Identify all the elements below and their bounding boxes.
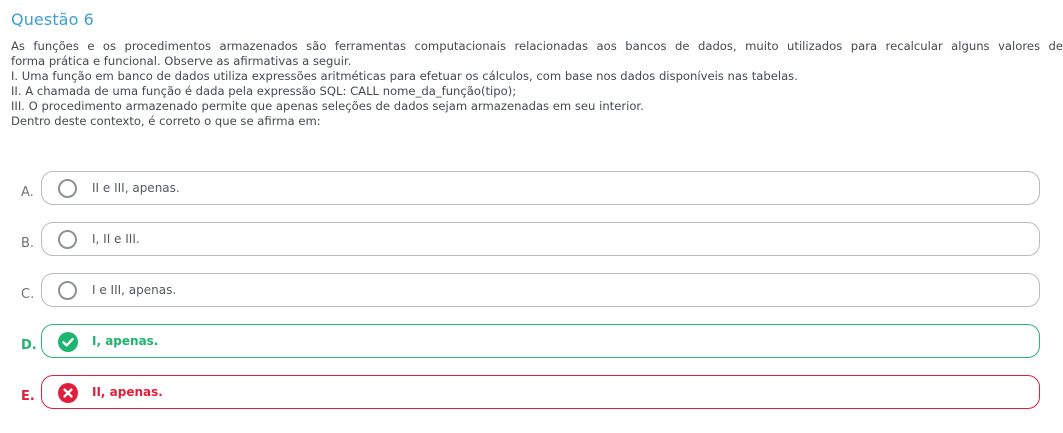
option-c-button[interactable]: I e III, apenas. [41,273,1040,307]
statement-line: Dentro deste contexto, é correto o que s… [11,114,321,128]
option-d: D. I, apenas. [0,324,1063,360]
option-text: II e III, apenas. [92,181,180,195]
option-text: I, apenas. [92,334,159,348]
statement-line: II. A chamada de uma função é dada pela … [11,84,517,98]
statement-line: I. Uma função em banco de dados utiliza … [11,69,798,83]
check-circle-icon [58,332,78,352]
x-circle-icon [58,383,78,403]
statement-line: As funções e os procedimentos armazenado… [11,39,1063,53]
option-c: C. I e III, apenas. [0,273,1063,309]
option-letter: D. [21,338,37,353]
option-letter: B. [21,236,35,251]
option-e: E. II, apenas. [0,375,1063,411]
option-a: A. II e III, apenas. [0,171,1063,207]
option-text: II, apenas. [92,385,163,399]
radio-circle-icon[interactable] [58,281,77,300]
option-d-button[interactable]: I, apenas. [41,324,1040,358]
question-title: Questão 6 [11,10,94,29]
option-e-button[interactable]: II, apenas. [41,375,1040,409]
radio-circle-icon[interactable] [58,179,77,198]
option-a-button[interactable]: II e III, apenas. [41,171,1040,205]
option-text: I, II e III. [92,232,140,246]
statement-line: III. O procedimento armazenado permite q… [11,99,644,113]
option-letter: C. [21,287,35,302]
option-text: I e III, apenas. [92,283,177,297]
option-letter: E. [21,389,35,404]
question-statement: As funções e os procedimentos armazenado… [11,39,1063,129]
option-b-button[interactable]: I, II e III. [41,222,1040,256]
question-page: Questão 6 As funções e os procedimentos … [0,0,1063,433]
option-letter: A. [21,185,34,200]
option-b: B. I, II e III. [0,222,1063,258]
statement-line: forma prática e funcional. Observe as af… [11,54,352,68]
radio-circle-icon[interactable] [58,230,77,249]
